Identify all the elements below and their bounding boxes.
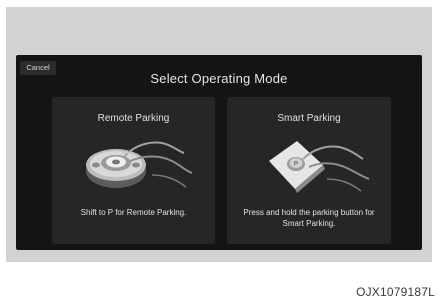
svg-text:P: P bbox=[294, 162, 298, 168]
figure-code: OJX1079187L bbox=[356, 285, 435, 299]
remote-parking-option[interactable]: Remote Parking Shift to P for Remote Par… bbox=[52, 97, 215, 244]
head-unit-screen: Cancel Select Operating Mode Remote Park… bbox=[16, 55, 422, 250]
smart-parking-option[interactable]: Smart Parking P Press and hold the parki… bbox=[227, 97, 391, 244]
screen-title: Select Operating Mode bbox=[150, 71, 288, 86]
remote-key-icon bbox=[86, 141, 193, 188]
figure: Cancel Select Operating Mode Remote Park… bbox=[0, 0, 439, 304]
remote-parking-description: Shift to P for Remote Parking. bbox=[80, 208, 187, 217]
remote-parking-title: Remote Parking bbox=[97, 113, 170, 124]
parking-button-icon: P bbox=[269, 141, 370, 193]
smart-parking-description: Press and hold the parking button for Sm… bbox=[243, 208, 375, 228]
smart-parking-title: Smart Parking bbox=[277, 113, 341, 124]
